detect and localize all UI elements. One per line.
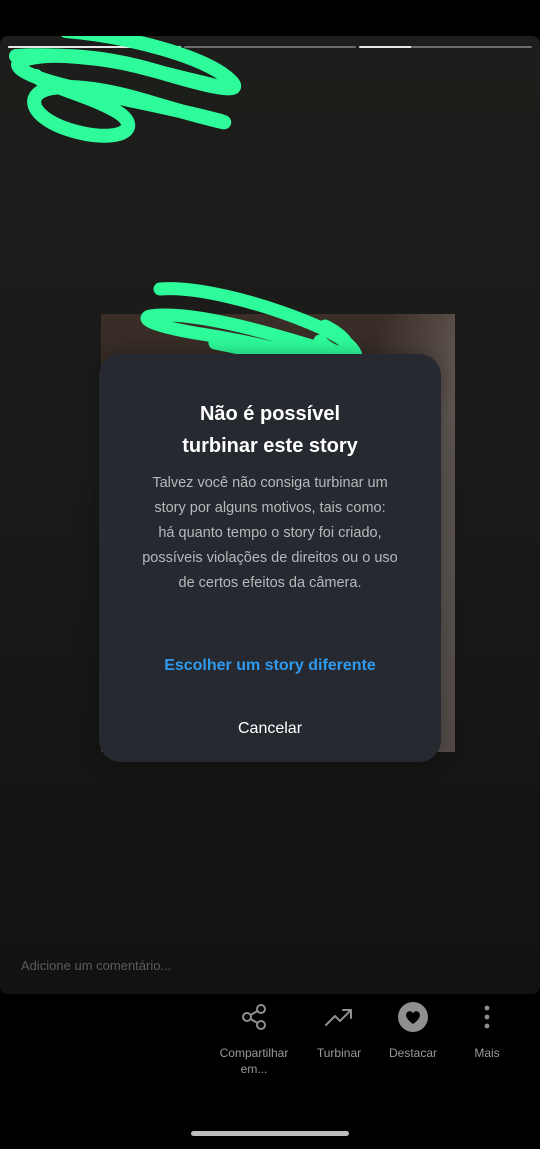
choose-different-story-button[interactable]: Escolher um story diferente <box>99 644 441 688</box>
dialog-message-line: story por alguns motivos, tais como: <box>154 500 386 516</box>
more-button[interactable]: Mais <box>442 1002 532 1061</box>
more-vertical-icon <box>484 1005 490 1029</box>
screen: Adicione um comentário... Não é possível… <box>0 0 540 1149</box>
heart-circle-icon <box>398 1002 428 1032</box>
cancel-button[interactable]: Cancelar <box>99 707 441 751</box>
dialog-message-line: de certos efeitos da câmera. <box>178 575 362 591</box>
story-action-bar: Compartilhar em... Turbinar Destacar Mai… <box>0 994 540 1149</box>
cannot-boost-dialog: Não é possível turbinar este story Talve… <box>99 354 441 762</box>
share-button[interactable]: Compartilhar em... <box>209 1002 299 1077</box>
progress-segment <box>359 46 533 48</box>
redaction-scribble-header <box>9 36 241 143</box>
dialog-title-line: turbinar este story <box>182 435 358 457</box>
share-label: em... <box>240 1062 268 1076</box>
share-label: Compartilhar <box>219 1046 289 1060</box>
dialog-message-line: há quanto tempo o story foi criado, <box>158 525 382 541</box>
dialog-title: Não é possível turbinar este story <box>119 398 421 462</box>
share-icon <box>242 1004 266 1030</box>
dialog-message-line: Talvez você não consiga turbinar um <box>152 475 388 491</box>
comment-input[interactable]: Adicione um comentário... <box>21 958 171 973</box>
more-label: Mais <box>474 1046 500 1060</box>
home-indicator[interactable] <box>191 1131 349 1136</box>
dialog-message: Talvez você não consiga turbinar um stor… <box>137 471 403 596</box>
dialog-title-line: Não é possível <box>199 403 341 425</box>
trending-up-icon <box>325 1009 352 1026</box>
dialog-message-line: possíveis violações de direitos ou o uso <box>142 550 398 566</box>
